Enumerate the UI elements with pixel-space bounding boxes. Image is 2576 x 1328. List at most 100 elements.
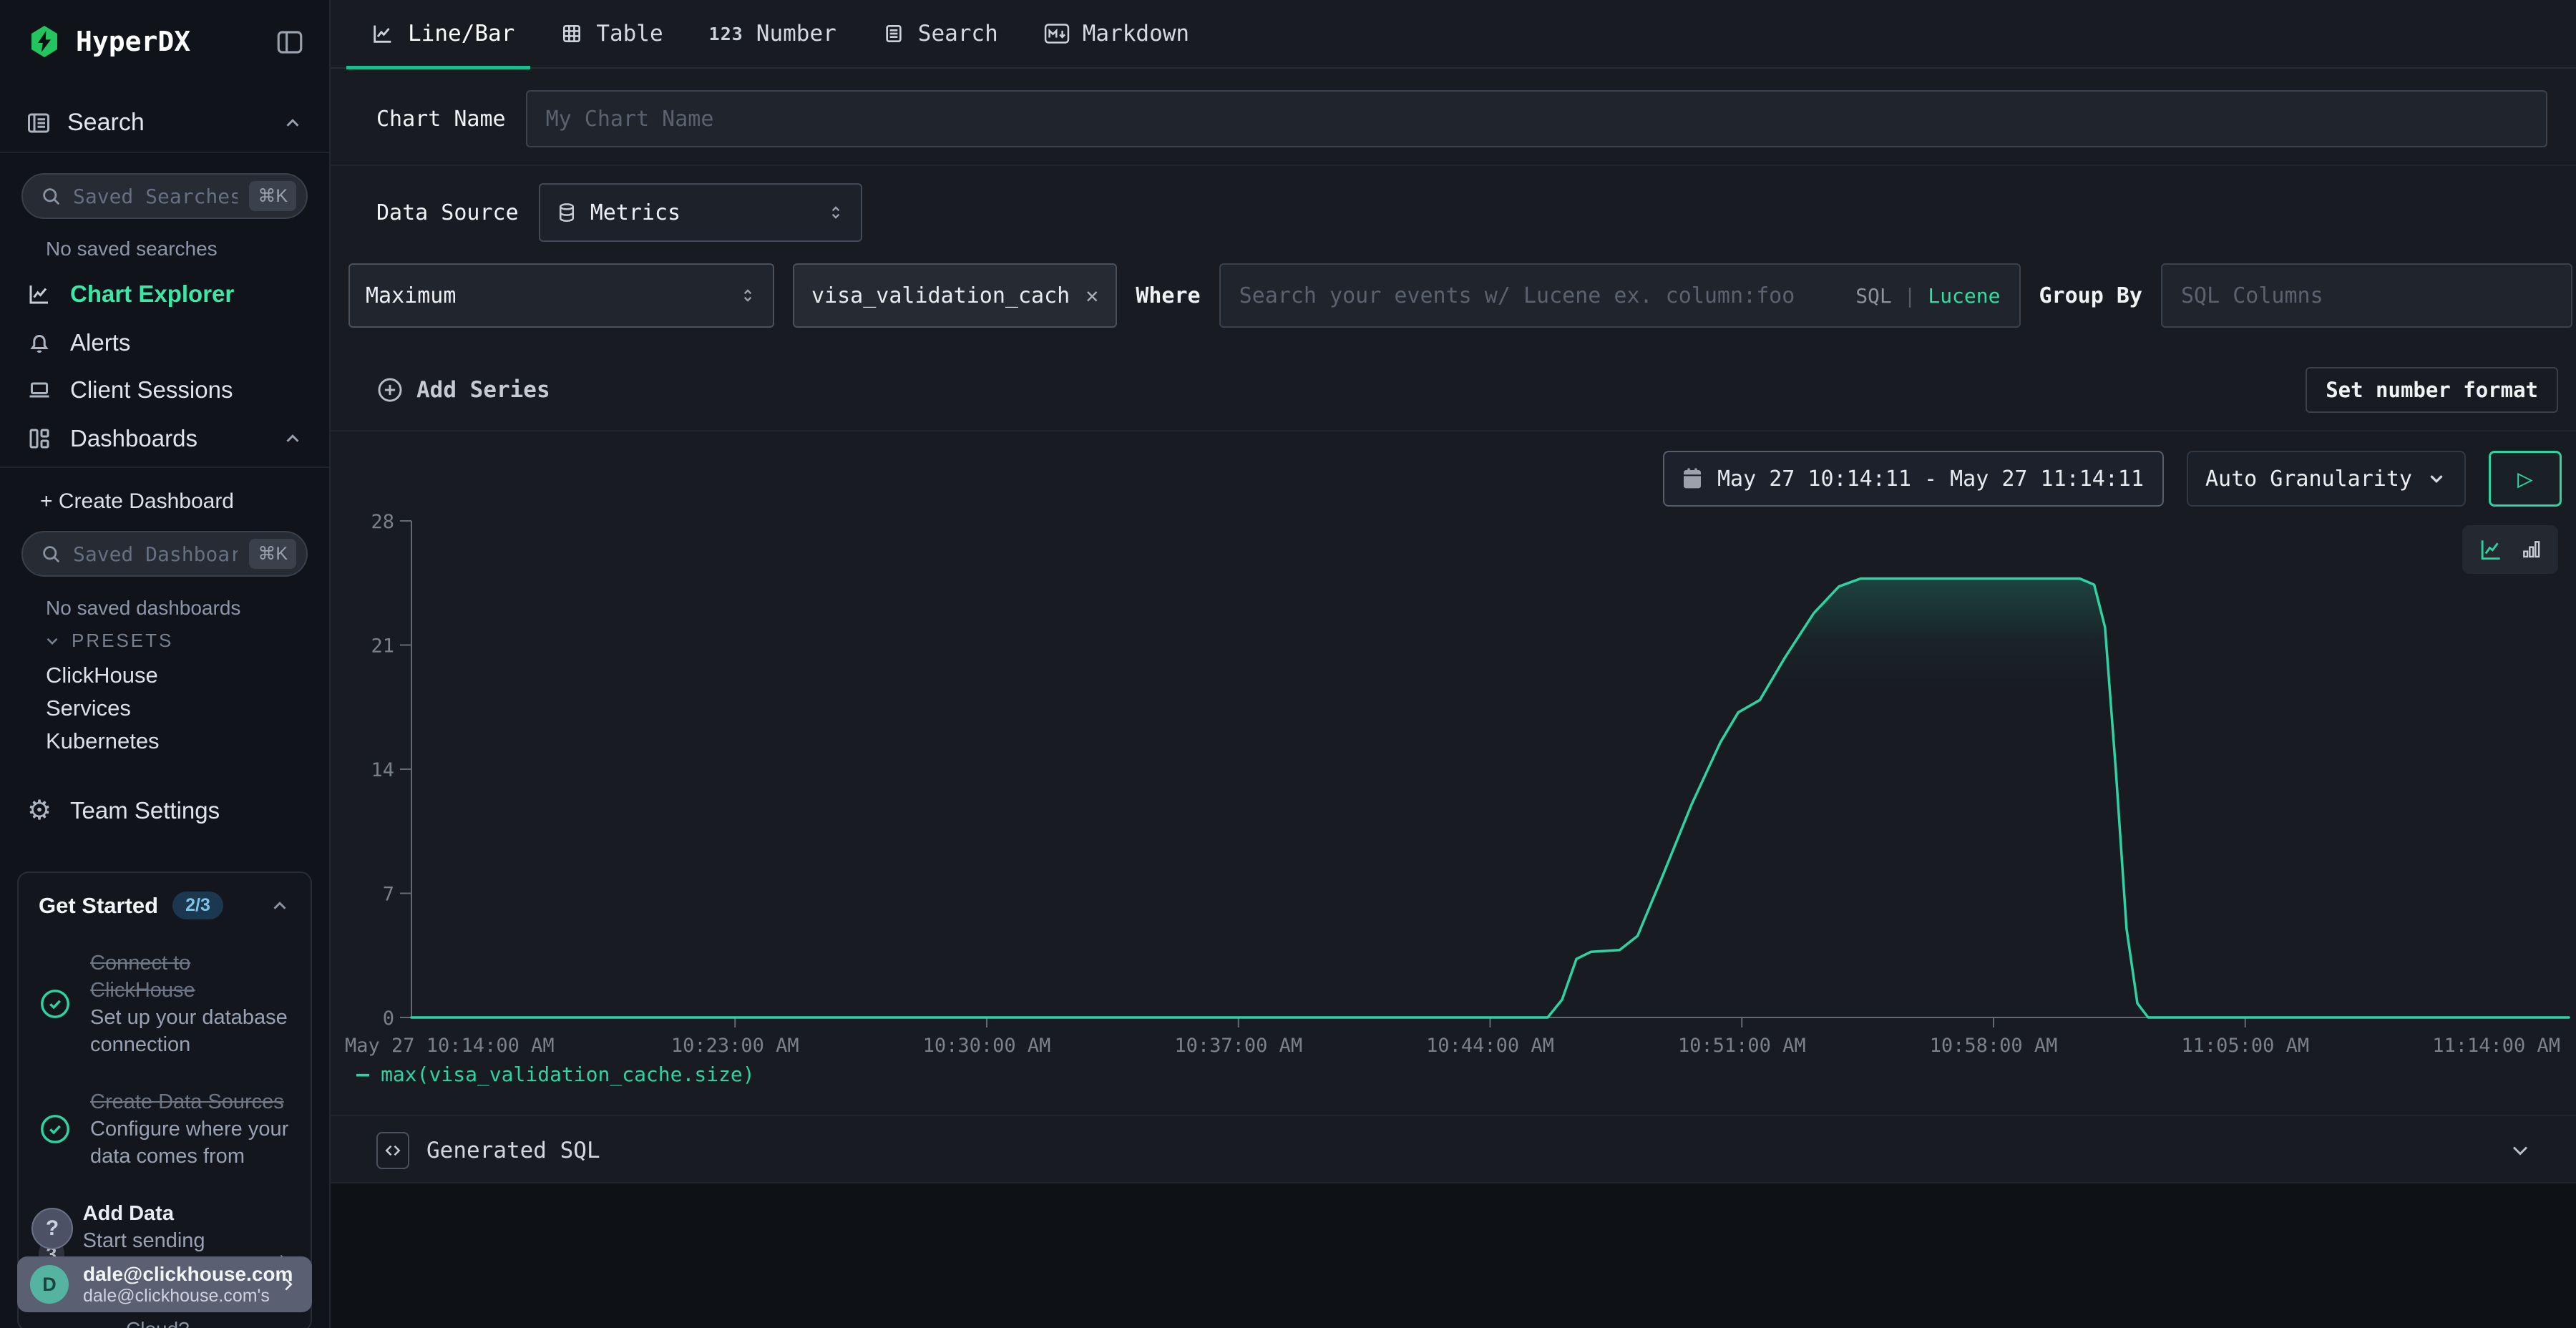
where-input[interactable] <box>1239 283 1845 308</box>
legend-series-label: max(visa_validation_cache.size) <box>381 1063 755 1086</box>
tab-label: Number <box>756 21 836 47</box>
bar-chart-toggle-icon[interactable] <box>2520 538 2543 561</box>
logo[interactable]: HyperDX <box>27 24 190 59</box>
sidebar-item-alerts[interactable]: Alerts <box>26 325 303 361</box>
svg-text:10:23:00 AM: 10:23:00 AM <box>671 1035 799 1057</box>
lucene-toggle[interactable]: Lucene <box>1928 284 2000 308</box>
tab-table[interactable]: Table <box>560 0 663 68</box>
sql-toggle[interactable]: SQL <box>1855 284 1892 308</box>
chevron-up-icon[interactable] <box>282 112 303 134</box>
legend-line-swatch: — <box>356 1062 369 1087</box>
select-updown-icon <box>826 203 845 222</box>
saved-dashboards-input[interactable] <box>73 542 238 566</box>
svg-text:10:30:00 AM: 10:30:00 AM <box>923 1035 1051 1057</box>
chevron-up-icon[interactable] <box>269 895 291 917</box>
sidebar-item-team-settings[interactable]: ⚙ Team Settings <box>26 793 303 829</box>
preset-kubernetes[interactable]: Kubernetes <box>46 728 160 754</box>
dashboards-icon <box>26 426 53 451</box>
group-by-input[interactable] <box>2181 283 2552 308</box>
sidebar-item-chart-explorer[interactable]: Chart Explorer <box>26 276 303 312</box>
tab-search[interactable]: Search <box>882 0 998 68</box>
sidebar-item-label: Team Settings <box>70 797 220 824</box>
granularity-select[interactable]: Auto Granularity <box>2187 451 2466 507</box>
tab-markdown[interactable]: Markdown <box>1044 0 1189 68</box>
where-field[interactable]: SQL | Lucene <box>1219 263 2021 328</box>
time-series-chart[interactable]: 0714212810:23:00 AM10:30:00 AM10:37:00 A… <box>331 512 2576 1070</box>
select-updown-icon <box>738 286 757 305</box>
chart-legend[interactable]: — max(visa_validation_cache.size) <box>356 1062 755 1087</box>
aggregation-select[interactable]: Maximum <box>348 263 774 328</box>
check-circle-icon <box>39 987 72 1020</box>
data-source-label: Data Source <box>376 200 519 225</box>
presets-toggle[interactable]: PRESETS <box>43 630 173 652</box>
user-subtitle: dale@clickhouse.com's <box>83 1286 263 1307</box>
line-chart-toggle-icon[interactable] <box>2477 536 2504 563</box>
page-background <box>331 1183 2576 1328</box>
create-dashboard-button[interactable]: + Create Dashboard <box>40 489 234 514</box>
toggle-separator: | <box>1904 284 1916 308</box>
laptop-icon <box>26 377 53 403</box>
where-label: Where <box>1136 283 1200 308</box>
svg-text:11:05:00 AM: 11:05:00 AM <box>2181 1035 2309 1057</box>
run-query-button[interactable]: ▷ <box>2489 451 2562 507</box>
set-number-format-button[interactable]: Set number format <box>2306 367 2558 413</box>
line-chart-icon <box>371 21 395 46</box>
chart-svg: 0714212810:23:00 AM10:30:00 AM10:37:00 A… <box>331 512 2576 1070</box>
add-series-label: Add Series <box>416 377 550 403</box>
sidebar-item-client-sessions[interactable]: Client Sessions <box>26 372 303 408</box>
document-lines-icon <box>882 22 905 45</box>
app: HyperDX Search ⌘K No saved searches <box>0 0 2576 1328</box>
chart-display-toggle <box>2462 525 2558 574</box>
sidebar-section-search[interactable]: Search <box>26 109 303 137</box>
saved-dashboards-search[interactable]: ⌘K <box>21 531 308 577</box>
hyperdx-logo-icon <box>27 24 62 59</box>
sidebar-item-label: Alerts <box>70 329 130 356</box>
divider <box>331 1115 2576 1116</box>
svg-text:21: 21 <box>371 635 394 658</box>
svg-text:28: 28 <box>371 512 394 533</box>
chevron-down-icon <box>43 632 62 650</box>
database-icon <box>556 202 577 223</box>
add-series-button[interactable]: Add Series <box>376 376 550 404</box>
chart-axes <box>400 521 2569 1027</box>
svg-text:11:14:00 AM: 11:14:00 AM <box>2432 1035 2560 1057</box>
saved-searches-input[interactable] <box>73 185 238 208</box>
tab-label: Markdown <box>1083 21 1189 47</box>
chevron-down-icon[interactable] <box>2507 1138 2533 1163</box>
bell-icon <box>26 330 53 356</box>
saved-searches-search[interactable]: ⌘K <box>21 173 308 219</box>
user-menu[interactable]: D dale@clickhouse.com dale@clickhouse.co… <box>17 1256 312 1312</box>
generated-sql-row[interactable]: Generated SQL <box>376 1126 2533 1175</box>
svg-text:May 27 10:14:00 AM: May 27 10:14:00 AM <box>345 1035 555 1057</box>
help-button[interactable]: ? <box>31 1208 73 1249</box>
chart-type-tabbar: Line/Bar Table 123 Number Search <box>331 0 2576 69</box>
collapse-sidebar-icon[interactable] <box>275 27 305 57</box>
chart-name-input[interactable] <box>546 107 2527 132</box>
data-source-select[interactable]: Metrics <box>539 183 862 242</box>
metric-chip-label: visa_validation_cach <box>811 283 1070 308</box>
get-started-step-connect[interactable]: Connect to ClickHouse Set up your databa… <box>39 949 291 1058</box>
chart-name-label: Chart Name <box>376 107 506 132</box>
divider <box>331 165 2576 166</box>
get-started-step-datasources[interactable]: Create Data Sources Configure where your… <box>39 1088 291 1170</box>
chevron-up-icon[interactable] <box>282 428 303 449</box>
sidebar-divider <box>0 152 329 153</box>
group-by-field[interactable] <box>2161 263 2572 328</box>
metric-chip[interactable]: visa_validation_cach ✕ <box>793 263 1117 328</box>
app-title: HyperDX <box>76 26 190 57</box>
chevron-down-icon <box>2426 468 2447 489</box>
sidebar-item-dashboards[interactable]: Dashboards <box>26 421 303 456</box>
chart-name-field[interactable] <box>526 90 2547 147</box>
close-icon[interactable]: ✕ <box>1085 283 1098 308</box>
tab-number[interactable]: 123 Number <box>709 0 836 68</box>
tab-line-bar[interactable]: Line/Bar <box>371 0 514 68</box>
step-title: Add Data <box>83 1200 245 1227</box>
data-source-value: Metrics <box>590 200 680 225</box>
series-actions-row: Add Series Set number format <box>376 366 2558 414</box>
get-started-title: Get Started <box>39 893 158 919</box>
main-content: Line/Bar Table 123 Number Search <box>331 0 2576 1328</box>
date-range-picker[interactable]: May 27 10:14:11 - May 27 11:14:11 <box>1663 451 2164 507</box>
preset-clickhouse[interactable]: ClickHouse <box>46 663 158 688</box>
chart-labels: 0714212810:23:00 AM10:30:00 AM10:37:00 A… <box>345 512 2560 1057</box>
preset-services[interactable]: Services <box>46 695 131 721</box>
